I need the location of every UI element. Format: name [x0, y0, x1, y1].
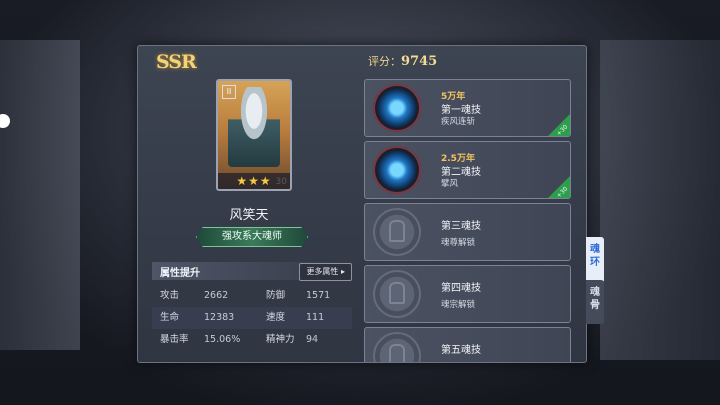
more-attributes-button[interactable]: 更多属性 ▸ — [299, 263, 352, 281]
skill-title: 第二魂技 — [441, 167, 481, 178]
stat-value: 2662 — [204, 290, 229, 301]
tab-soul-bone[interactable]: 魂 骨 — [586, 280, 604, 324]
soul-ring-slot-3[interactable]: 第三魂技 魂尊解锁 — [364, 203, 571, 261]
hero-figure — [228, 87, 280, 167]
soul-ring-slot-2[interactable]: 2.5万年 第二魂技 擘风 +30 — [364, 141, 571, 199]
score-label: 评分： — [368, 55, 401, 68]
stat-label: 精神力 — [266, 334, 295, 345]
lock-icon — [373, 208, 421, 256]
hero-class-badge: 强攻系大魂师 — [196, 227, 308, 247]
stat-value: 94 — [306, 334, 319, 345]
attributes-title: 属性提升 — [160, 268, 200, 279]
stats-table: 攻击 2662 防御 1571 生命 12383 速度 111 暴击率 15.0… — [152, 285, 352, 351]
hero-name: 风笑天 — [229, 208, 269, 223]
hero-portrait-card[interactable]: Ⅲ 30 ★★★ — [216, 79, 292, 191]
star-rating: ★★★ — [218, 173, 290, 189]
stat-value: 1571 — [306, 290, 331, 301]
skill-title: 第五魂技 — [441, 345, 481, 356]
soul-ring-slot-1[interactable]: 5万年 第一魂技 疾风连斩 +30 — [364, 79, 571, 137]
skill-title: 第三魂技 — [441, 221, 481, 232]
soul-skill-icon — [373, 146, 421, 194]
attributes-header: 属性提升 更多属性 ▸ — [152, 262, 352, 281]
stat-label: 生命 — [160, 312, 180, 323]
stat-label: 攻击 — [160, 290, 180, 301]
hero-info-section: SSR Ⅲ 30 ★★★ 风笑天 强攻系大魂师 属性提升 更多属性 ▸ 攻击 2… — [138, 46, 360, 362]
stat-label: 防御 — [266, 290, 286, 301]
lock-icon — [373, 270, 421, 318]
skill-name: 疾风连斩 — [441, 117, 476, 127]
stat-label: 暴击率 — [160, 334, 189, 345]
skill-title: 第一魂技 — [441, 105, 481, 116]
hero-detail-panel: SSR Ⅲ 30 ★★★ 风笑天 强攻系大魂师 属性提升 更多属性 ▸ 攻击 2… — [137, 45, 587, 363]
soul-skill-icon — [373, 84, 421, 132]
stat-row: 生命 12383 速度 111 — [152, 307, 352, 329]
tab-soul-ring[interactable]: 魂 环 — [586, 237, 604, 283]
lock-icon — [373, 332, 421, 362]
stat-label: 速度 — [266, 312, 286, 323]
score-value: 9745 — [401, 54, 438, 69]
soul-ring-slot-5[interactable]: 第五魂技 — [364, 327, 571, 362]
rarity-label: SSR — [156, 51, 197, 73]
stat-row: 攻击 2662 防御 1571 — [152, 285, 352, 307]
skill-name: 擘风 — [441, 179, 459, 189]
background-left-panel — [0, 40, 80, 350]
score-display: 评分：9745 — [368, 53, 437, 69]
stat-value: 12383 — [204, 312, 235, 323]
stat-value: 111 — [306, 312, 325, 323]
skill-title: 第四魂技 — [441, 283, 481, 294]
unlock-requirement: 魂宗解锁 — [441, 300, 476, 310]
background-right-panel — [600, 40, 720, 360]
soul-ring-section: 评分：9745 5万年 第一魂技 疾风连斩 +30 2.5万年 第二魂技 擘风 … — [364, 46, 586, 362]
stat-row: 暴击率 15.06% 精神力 94 — [152, 329, 352, 351]
unlock-requirement: 魂尊解锁 — [441, 238, 476, 248]
soul-ring-slot-4[interactable]: 第四魂技 魂宗解锁 — [364, 265, 571, 323]
stat-value: 15.06% — [204, 334, 241, 345]
